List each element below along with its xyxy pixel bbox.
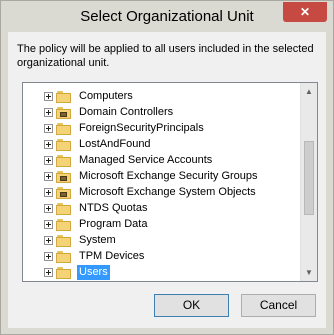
tree-item-label: Users xyxy=(77,265,110,280)
scrollbar-thumb[interactable] xyxy=(304,141,314,215)
tree-item[interactable]: System xyxy=(23,233,301,249)
tree-item-label: Microsoft Exchange System Objects xyxy=(79,186,256,198)
tree-item[interactable]: NTDS Quotas xyxy=(23,201,301,217)
tree-item-label: Domain Controllers xyxy=(79,106,174,118)
tree-item-label: Program Data xyxy=(79,218,148,230)
folder-icon xyxy=(56,219,72,231)
tree-item[interactable]: Managed Service Accounts xyxy=(23,153,301,169)
folder-icon xyxy=(56,235,72,247)
tree-item-label: ForeignSecurityPrincipals xyxy=(79,122,204,134)
tree-item-label: Microsoft Exchange Security Groups xyxy=(79,170,258,182)
folder-icon xyxy=(56,203,72,215)
folder-icon xyxy=(56,251,72,263)
expand-plus-icon[interactable] xyxy=(44,172,53,181)
tree-item[interactable]: Domain Controllers xyxy=(23,105,301,121)
close-icon: ✕ xyxy=(299,5,311,19)
ou-folder-icon xyxy=(56,171,72,183)
tree-item[interactable]: Users xyxy=(23,265,301,281)
close-button[interactable]: ✕ xyxy=(283,2,327,22)
title-bar[interactable]: Select Organizational Unit ✕ xyxy=(1,1,333,32)
tree-item[interactable]: TPM Devices xyxy=(23,249,301,265)
expand-plus-icon[interactable] xyxy=(44,92,53,101)
ou-folder-icon xyxy=(56,107,72,119)
ok-button[interactable]: OK xyxy=(154,294,229,317)
tree-item-label: Computers xyxy=(79,90,133,102)
description-text: The policy will be applied to all users … xyxy=(17,43,314,69)
tree-item[interactable]: Microsoft Exchange Security Groups xyxy=(23,169,301,185)
tree-item[interactable]: Program Data xyxy=(23,217,301,233)
ou-folder-icon xyxy=(56,187,72,199)
expand-plus-icon[interactable] xyxy=(44,108,53,117)
tree-item[interactable]: LostAndFound xyxy=(23,137,301,153)
tree-item-label: NTDS Quotas xyxy=(79,202,148,214)
tree-item-label: TPM Devices xyxy=(79,250,145,262)
tree-item[interactable]: Microsoft Exchange System Objects xyxy=(23,185,301,201)
folder-icon xyxy=(56,123,72,135)
folder-icon xyxy=(56,155,72,167)
expand-plus-icon[interactable] xyxy=(44,156,53,165)
scroll-up-arrow-icon[interactable]: ▲ xyxy=(301,83,317,100)
ou-tree-view[interactable]: Computers Domain Controllers ForeignSecuri… xyxy=(22,82,318,282)
expand-plus-icon[interactable] xyxy=(44,268,53,277)
folder-icon xyxy=(56,267,72,279)
cancel-button[interactable]: Cancel xyxy=(241,294,316,317)
tree-item-label: Managed Service Accounts xyxy=(79,154,213,166)
tree-item[interactable]: ForeignSecurityPrincipals xyxy=(23,121,301,137)
expand-plus-icon[interactable] xyxy=(44,220,53,229)
scroll-down-arrow-icon[interactable]: ▼ xyxy=(301,264,317,281)
expand-plus-icon[interactable] xyxy=(44,188,53,197)
expand-plus-icon[interactable] xyxy=(44,124,53,133)
dialog-client-area: The policy will be applied to all users … xyxy=(8,32,326,328)
expand-plus-icon[interactable] xyxy=(44,236,53,245)
expand-plus-icon[interactable] xyxy=(44,252,53,261)
folder-icon xyxy=(56,139,72,151)
tree-item-label: LostAndFound xyxy=(79,138,151,150)
select-ou-dialog: Select Organizational Unit ✕ The policy … xyxy=(0,0,334,335)
tree-item-label: System xyxy=(79,234,116,246)
tree-item[interactable]: Computers xyxy=(23,89,301,105)
expand-plus-icon[interactable] xyxy=(44,204,53,213)
folder-icon xyxy=(56,91,72,103)
vertical-scrollbar[interactable]: ▲ ▼ xyxy=(300,83,317,281)
expand-plus-icon[interactable] xyxy=(44,140,53,149)
